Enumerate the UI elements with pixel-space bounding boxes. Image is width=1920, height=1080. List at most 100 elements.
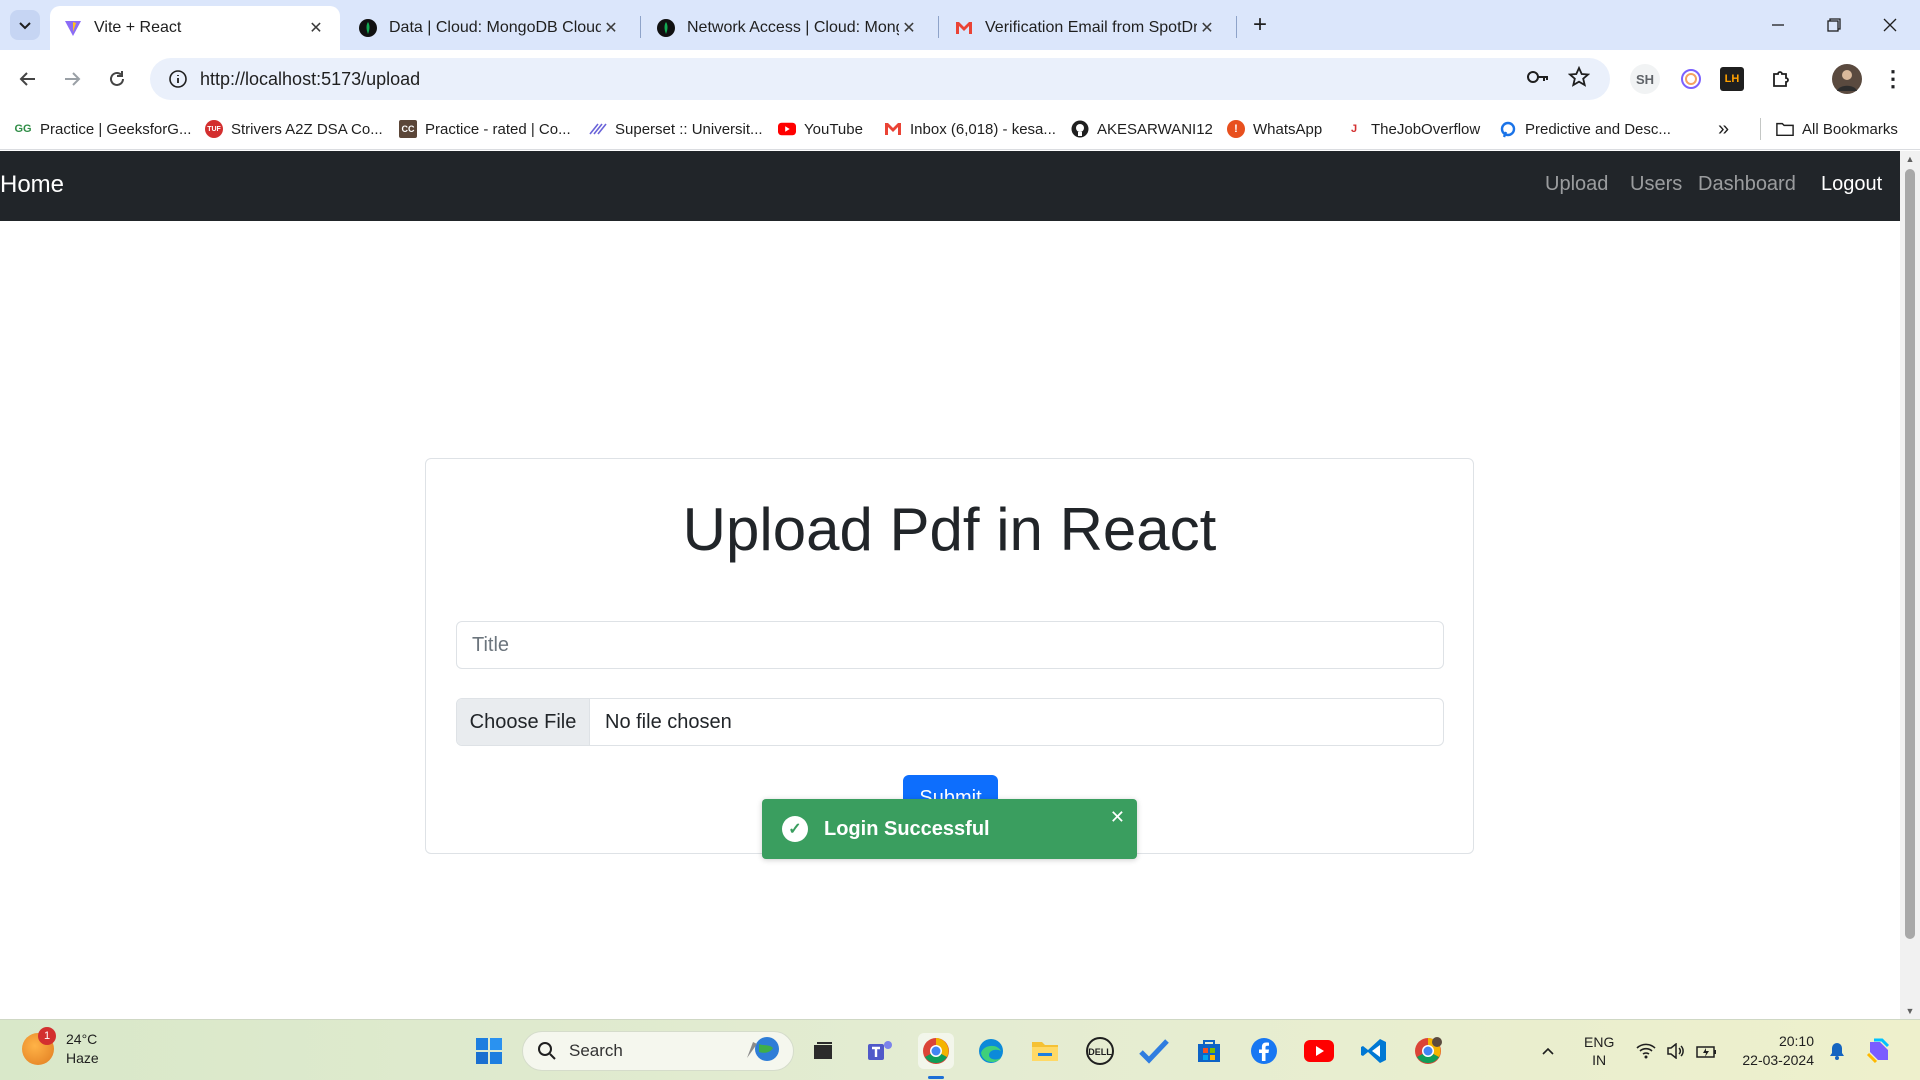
bookmarks-divider <box>1760 118 1761 140</box>
bookmark-label: YouTube <box>804 120 863 138</box>
tab-vite-react[interactable]: Vite + React ✕ <box>50 6 340 50</box>
tab-title: Verification Email from SpotDra <box>985 19 1197 36</box>
weather-haze-icon: 1 <box>22 1027 56 1065</box>
nav-home-link[interactable]: Home <box>0 171 64 199</box>
weather-widget[interactable]: 1 24°C Haze <box>22 1027 99 1068</box>
nav-users-link[interactable]: Users <box>1630 173 1682 196</box>
close-icon[interactable]: ✕ <box>306 18 326 38</box>
minimize-button[interactable] <box>1750 0 1806 50</box>
nav-dashboard-link[interactable]: Dashboard <box>1698 173 1796 196</box>
spiral-extension-icon[interactable] <box>1676 64 1706 94</box>
tab-mongodb-network[interactable]: Network Access | Cloud: Mongo ✕ <box>643 6 933 50</box>
page-title: Upload Pdf in React <box>682 496 1217 563</box>
show-hidden-icons-button[interactable] <box>1540 1020 1556 1080</box>
bookmark-item[interactable]: Predictive and Desc... <box>1499 118 1671 140</box>
nav-logout-link[interactable]: Logout <box>1821 173 1882 196</box>
tab-gmail-verification[interactable]: Verification Email from SpotDra ✕ <box>941 6 1231 50</box>
puzzle-icon[interactable] <box>1766 64 1796 94</box>
tab-mongodb-data[interactable]: Data | Cloud: MongoDB Cloud ✕ <box>345 6 635 50</box>
page-viewport: Home Upload Users Dashboard Logout Uploa… <box>0 151 1900 1019</box>
battery-charging-icon <box>1696 1045 1716 1058</box>
reload-button[interactable] <box>99 61 135 97</box>
copilot-icon[interactable] <box>1864 1020 1894 1080</box>
notifications-bell-icon[interactable] <box>1828 1020 1846 1080</box>
windows-start-icon[interactable] <box>471 1033 507 1069</box>
success-toast: ✓ Login Successful ✕ <box>762 799 1137 859</box>
close-icon[interactable]: ✕ <box>899 18 919 38</box>
bookmark-label: Inbox (6,018) - kesa... <box>910 120 1056 138</box>
language-line-1: ENG <box>1584 1033 1615 1050</box>
system-tray-status[interactable] <box>1636 1020 1718 1080</box>
globe-search-highlight-icon <box>743 1034 783 1069</box>
scrollbar-thumb[interactable] <box>1905 169 1915 939</box>
sh-extension-icon[interactable]: SH <box>1630 64 1660 94</box>
bookmark-star-icon[interactable] <box>1567 65 1591 93</box>
taskbar-clock[interactable]: 20:10 22-03-2024 <box>1730 1032 1814 1070</box>
todo-check-icon[interactable] <box>1136 1033 1172 1069</box>
dell-icon[interactable]: DELL <box>1082 1033 1118 1069</box>
file-explorer-icon[interactable] <box>1027 1033 1063 1069</box>
choose-file-button[interactable]: Choose File <box>457 699 590 745</box>
bookmark-item[interactable]: Inbox (6,018) - kesa... <box>884 118 1056 140</box>
taskbar-search-label: Search <box>569 1041 623 1060</box>
file-status-text: No file chosen <box>605 710 732 733</box>
restore-icon <box>1827 18 1841 32</box>
close-window-button[interactable] <box>1862 0 1918 50</box>
app-navbar: Home Upload Users Dashboard Logout <box>0 151 1900 221</box>
clock-time: 20:10 <box>1778 1033 1814 1049</box>
close-icon[interactable]: ✕ <box>1197 18 1217 38</box>
edge-icon[interactable] <box>973 1033 1009 1069</box>
toast-close-icon[interactable]: ✕ <box>1110 807 1125 828</box>
joboverflow-icon: J <box>1350 123 1358 135</box>
bookmark-item[interactable]: ! WhatsApp <box>1227 118 1322 140</box>
profile-avatar[interactable] <box>1832 64 1862 94</box>
superset-icon <box>589 120 607 138</box>
bookmark-item[interactable]: CC Practice - rated | Co... <box>399 118 571 140</box>
youtube-app-icon[interactable] <box>1301 1033 1337 1069</box>
chrome-icon[interactable] <box>918 1033 954 1069</box>
forward-button[interactable] <box>54 61 90 97</box>
codechef-icon: CC <box>399 120 417 138</box>
lighthouse-extension-icon[interactable]: LH <box>1720 67 1744 91</box>
chevron-double-right-icon: » <box>1718 117 1730 140</box>
back-button[interactable] <box>10 61 46 97</box>
vscode-icon[interactable] <box>1356 1033 1392 1069</box>
all-bookmarks-button[interactable]: All Bookmarks <box>1776 118 1898 140</box>
key-icon[interactable] <box>1526 69 1550 90</box>
title-input[interactable] <box>456 621 1444 669</box>
bookmark-item[interactable]: TUF Strivers A2Z DSA Co... <box>205 118 383 140</box>
more-menu-icon[interactable]: ⋮ <box>1878 64 1908 94</box>
mongodb-leaf-icon <box>359 19 377 37</box>
tab-strip: Vite + React ✕ Data | Cloud: MongoDB Clo… <box>0 0 1920 50</box>
scroll-up-arrow-icon[interactable]: ▲ <box>1900 151 1920 167</box>
tab-search-button[interactable] <box>10 10 40 40</box>
address-bar[interactable]: http://localhost:5173/upload <box>150 58 1610 100</box>
bookmark-label: TheJobOverflow <box>1371 120 1481 138</box>
bookmarks-overflow-button[interactable]: » <box>1718 118 1729 140</box>
file-input[interactable]: Choose File No file chosen <box>456 698 1444 746</box>
bookmark-item[interactable]: GG Practice | GeeksforG... <box>14 118 191 140</box>
microsoft-store-icon[interactable] <box>1191 1033 1227 1069</box>
close-icon[interactable]: ✕ <box>601 18 621 38</box>
chrome-profile-icon[interactable] <box>1410 1033 1446 1069</box>
bookmark-item[interactable]: AKESARWANI12 <box>1071 118 1213 140</box>
page-scrollbar[interactable]: ▲ ▼ <box>1900 151 1920 1019</box>
facebook-icon[interactable] <box>1246 1033 1282 1069</box>
bookmark-label: Predictive and Desc... <box>1525 120 1671 138</box>
browser-toolbar: http://localhost:5173/upload SH LH ⋮ <box>0 50 1920 108</box>
tab-separator <box>1236 16 1237 38</box>
language-indicator[interactable]: ENG IN <box>1584 1020 1614 1080</box>
scroll-down-arrow-icon[interactable]: ▼ <box>1900 1003 1920 1019</box>
bookmark-item[interactable]: J TheJobOverflow <box>1345 118 1480 140</box>
restore-button[interactable] <box>1806 0 1862 50</box>
site-info-icon[interactable] <box>160 69 196 89</box>
weather-condition: Haze <box>66 1050 99 1066</box>
taskbar-search-box[interactable]: Search <box>522 1031 794 1071</box>
tab-title: Network Access | Cloud: Mongo <box>687 19 899 36</box>
new-tab-button[interactable]: + <box>1246 11 1274 39</box>
teams-icon[interactable] <box>862 1033 898 1069</box>
bookmark-item[interactable]: YouTube <box>778 118 863 140</box>
nav-upload-link[interactable]: Upload <box>1545 173 1608 196</box>
task-view-icon[interactable] <box>805 1033 841 1069</box>
bookmark-item[interactable]: Superset :: Universit... <box>589 118 763 140</box>
